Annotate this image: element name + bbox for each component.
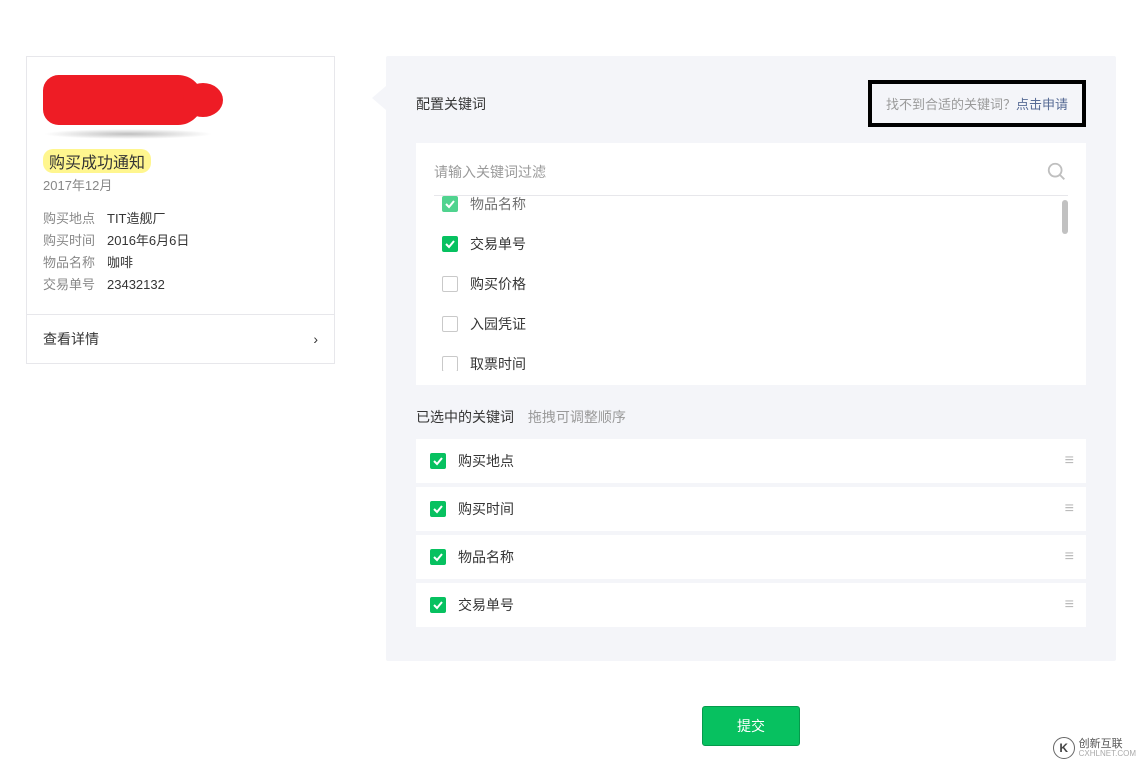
checkbox-checked-icon[interactable] bbox=[430, 453, 446, 469]
keyword-label: 交易单号 bbox=[470, 234, 526, 254]
selected-item[interactable]: 交易单号 ≡ bbox=[416, 583, 1086, 627]
checkbox-checked-icon[interactable] bbox=[430, 597, 446, 613]
checkbox-checked-icon[interactable] bbox=[442, 236, 458, 252]
drag-handle-icon[interactable]: ≡ bbox=[1065, 596, 1072, 614]
notice-date: 2017年12月 bbox=[43, 175, 318, 194]
checkbox-checked-icon[interactable] bbox=[430, 501, 446, 517]
brand-logo-icon: K bbox=[1053, 737, 1075, 759]
selected-label: 购买时间 bbox=[458, 499, 1065, 519]
template-preview-card: 购买成功通知 2017年12月 购买地点 TIT造舰厂 购买时间 2016年6月… bbox=[26, 56, 335, 364]
preview-fields: 购买地点 TIT造舰厂 购买时间 2016年6月6日 物品名称 咖啡 交易单号 … bbox=[27, 208, 334, 314]
field-value: 2016年6月6日 bbox=[107, 230, 189, 252]
view-detail-row[interactable]: 查看详情 › bbox=[27, 314, 334, 363]
selected-item[interactable]: 物品名称 ≡ bbox=[416, 535, 1086, 579]
field-row: 交易单号 23432132 bbox=[43, 274, 318, 296]
keyword-config-panel: 配置关键词 找不到合适的关键词？点击申请 物品名称 交易单号 bbox=[386, 56, 1116, 661]
config-section-title: 配置关键词 bbox=[416, 94, 486, 114]
field-label: 购买地点 bbox=[43, 208, 107, 230]
checkbox-icon[interactable] bbox=[442, 356, 458, 371]
view-detail-label: 查看详情 bbox=[43, 329, 99, 349]
submit-button[interactable]: 提交 bbox=[702, 706, 800, 746]
keyword-item[interactable]: 交易单号 bbox=[434, 224, 1068, 264]
notice-title: 购买成功通知 bbox=[43, 149, 151, 173]
selected-item[interactable]: 购买地点 ≡ bbox=[416, 439, 1086, 483]
logo-shadow bbox=[43, 129, 213, 139]
brand-watermark: K 创新互联 CXHLNET.COM bbox=[1053, 737, 1136, 759]
field-value: 23432132 bbox=[107, 274, 165, 296]
drag-handle-icon[interactable]: ≡ bbox=[1065, 548, 1072, 566]
brand-sub: CXHLNET.COM bbox=[1079, 750, 1136, 759]
selected-label: 购买地点 bbox=[458, 451, 1065, 471]
keyword-item[interactable]: 取票时间 bbox=[434, 344, 1068, 371]
brand-name: 创新互联 bbox=[1079, 738, 1136, 750]
field-label: 购买时间 bbox=[43, 230, 107, 252]
keyword-item[interactable]: 物品名称 bbox=[434, 196, 1068, 224]
selected-label: 交易单号 bbox=[458, 595, 1065, 615]
hint-text: 找不到合适的关键词？ bbox=[886, 97, 1016, 112]
panel-arrow-icon bbox=[372, 86, 386, 110]
field-row: 购买地点 TIT造舰厂 bbox=[43, 208, 318, 230]
selected-label: 物品名称 bbox=[458, 547, 1065, 567]
keyword-label: 取票时间 bbox=[470, 354, 526, 371]
selected-section-title: 已选中的关键词 bbox=[416, 409, 514, 425]
drag-handle-icon[interactable]: ≡ bbox=[1065, 452, 1072, 470]
drag-hint: 拖拽可调整顺序 bbox=[528, 409, 626, 425]
field-row: 购买时间 2016年6月6日 bbox=[43, 230, 318, 252]
chevron-right-icon: › bbox=[313, 331, 318, 347]
checkbox-checked-icon[interactable] bbox=[430, 549, 446, 565]
search-icon[interactable] bbox=[1046, 161, 1068, 183]
keyword-label: 购买价格 bbox=[470, 274, 526, 294]
selected-item[interactable]: 购买时间 ≡ bbox=[416, 487, 1086, 531]
keyword-item[interactable]: 购买价格 bbox=[434, 264, 1068, 304]
keyword-list: 物品名称 交易单号 购买价格 入园凭证 取票时间 bbox=[434, 196, 1068, 371]
field-row: 物品名称 咖啡 bbox=[43, 252, 318, 274]
keyword-label: 入园凭证 bbox=[470, 314, 526, 334]
checkbox-icon[interactable] bbox=[442, 276, 458, 292]
checkbox-checked-icon[interactable] bbox=[442, 196, 458, 212]
field-label: 交易单号 bbox=[43, 274, 107, 296]
checkbox-icon[interactable] bbox=[442, 316, 458, 332]
redacted-logo bbox=[43, 75, 203, 125]
selected-list: 购买地点 ≡ 购买时间 ≡ 物品名称 ≡ 交易单号 ≡ bbox=[416, 439, 1086, 627]
field-value: TIT造舰厂 bbox=[107, 208, 166, 230]
keyword-picker: 物品名称 交易单号 购买价格 入园凭证 取票时间 bbox=[416, 143, 1086, 385]
keyword-search-input[interactable] bbox=[434, 164, 1046, 180]
drag-handle-icon[interactable]: ≡ bbox=[1065, 500, 1072, 518]
apply-link[interactable]: 点击申请 bbox=[1016, 97, 1068, 112]
field-value: 咖啡 bbox=[107, 252, 133, 274]
preview-header bbox=[27, 57, 334, 149]
apply-hint-box: 找不到合适的关键词？点击申请 bbox=[868, 80, 1086, 127]
field-label: 物品名称 bbox=[43, 252, 107, 274]
keyword-item[interactable]: 入园凭证 bbox=[434, 304, 1068, 344]
keyword-label: 物品名称 bbox=[470, 196, 526, 214]
